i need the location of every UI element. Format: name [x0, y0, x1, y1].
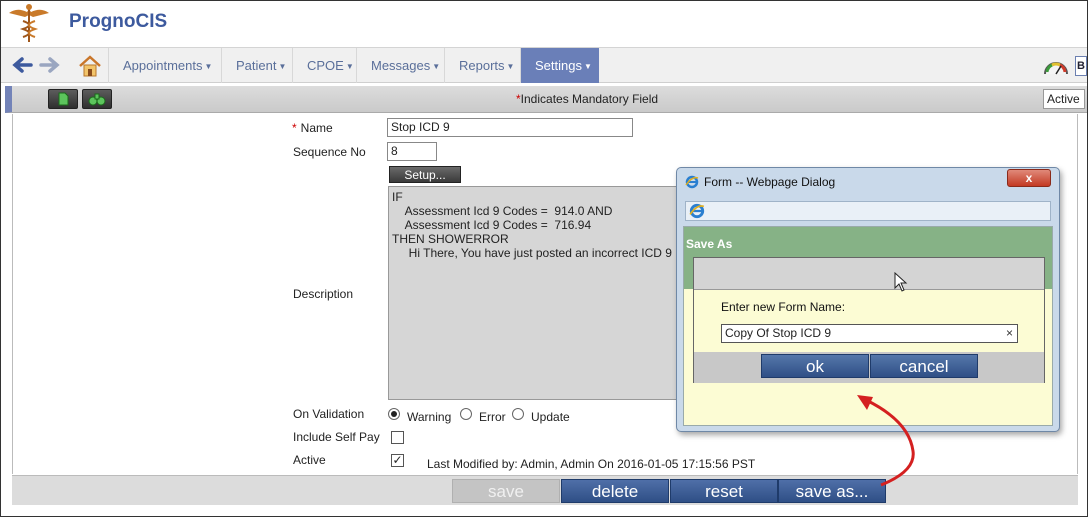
- dialog-button-strip: ok cancel: [694, 352, 1044, 383]
- last-modified-text: Last Modified by: Admin, Admin On 2016-0…: [427, 457, 756, 471]
- internet-explorer-icon: [685, 175, 699, 189]
- home-icon[interactable]: [77, 53, 103, 79]
- caret-down-icon: ▼: [432, 62, 441, 71]
- new-form-name-value: Copy Of Stop ICD 9: [725, 326, 832, 340]
- menu-label: CPOE: [307, 58, 344, 73]
- delete-button[interactable]: delete: [561, 479, 669, 503]
- menu-reports[interactable]: Reports ▼: [444, 48, 520, 83]
- app-window: PrognoCIS Appointments ▼ Patient ▼ CPOE ▼ M…: [0, 0, 1088, 517]
- menu-patient[interactable]: Patient ▼: [221, 48, 292, 83]
- panel-header: [694, 258, 1044, 290]
- include-self-pay-label: Include Self Pay: [293, 430, 380, 444]
- menu-label: Appointments: [123, 58, 203, 73]
- status-select[interactable]: Active: [1043, 89, 1085, 109]
- reset-button[interactable]: reset: [670, 479, 778, 503]
- mandatory-text: Indicates Mandatory Field: [520, 92, 659, 106]
- menu-label: Messages: [371, 58, 431, 73]
- form-name-prompt: Enter new Form Name:: [721, 300, 846, 314]
- new-document-button[interactable]: [48, 89, 78, 109]
- radio-error-label: Error: [479, 410, 506, 424]
- badge-b[interactable]: B: [1075, 56, 1087, 76]
- save-button[interactable]: save: [452, 479, 560, 503]
- sequence-input[interactable]: 8: [387, 142, 437, 161]
- caret-down-icon: ▼: [506, 62, 515, 71]
- menu-label: Reports: [459, 58, 505, 73]
- required-star: *: [292, 121, 297, 135]
- dashboard-gauge-icon[interactable]: [1043, 56, 1069, 78]
- on-validation-label: On Validation: [293, 407, 365, 421]
- active-label: Active: [293, 453, 326, 467]
- form-footer: save delete reset save as...: [12, 475, 1078, 505]
- name-label-text: Name: [300, 121, 333, 135]
- caret-down-icon: ▼: [204, 62, 213, 71]
- forward-arrow-icon[interactable]: [39, 54, 61, 76]
- save-as-title: Save As: [686, 237, 733, 251]
- dialog-title: Form -- Webpage Dialog: [704, 175, 836, 189]
- caduceus-logo: [9, 4, 49, 42]
- form-toolbar: *Indicates Mandatory Field Active: [5, 86, 1087, 113]
- caret-down-icon: ▼: [583, 62, 592, 71]
- active-checkbox[interactable]: ✓: [391, 454, 404, 467]
- save-as-panel: Enter new Form Name: Copy Of Stop ICD 9 …: [693, 257, 1045, 383]
- save-as-button[interactable]: save as...: [778, 479, 886, 503]
- binoculars-icon: [88, 93, 106, 106]
- caret-down-icon: ▼: [345, 62, 354, 71]
- radio-error[interactable]: [460, 408, 472, 420]
- clear-input-icon[interactable]: ×: [1006, 325, 1013, 342]
- document-icon: [58, 92, 69, 106]
- search-binoculars-button[interactable]: [82, 89, 112, 109]
- name-input[interactable]: Stop ICD 9: [387, 118, 633, 137]
- setup-button[interactable]: Setup...: [389, 166, 461, 183]
- radio-update[interactable]: [512, 408, 524, 420]
- description-label: Description: [293, 287, 354, 301]
- internet-explorer-icon: [689, 203, 705, 219]
- main-nav: Appointments ▼ Patient ▼ CPOE ▼ Messages ▼ R…: [1, 47, 1087, 83]
- menu-messages[interactable]: Messages ▼: [356, 48, 444, 83]
- menu-settings[interactable]: Settings ▼: [520, 48, 599, 83]
- mandatory-note: *Indicates Mandatory Field: [516, 92, 658, 106]
- save-as-dialog: Form -- Webpage Dialog x Save As Enter n…: [676, 167, 1060, 432]
- menu-appointments[interactable]: Appointments ▼: [108, 48, 221, 83]
- menu-label: Patient: [236, 58, 277, 73]
- ok-button[interactable]: ok: [761, 354, 869, 378]
- mouse-cursor-icon: [894, 272, 908, 292]
- new-form-name-input[interactable]: Copy Of Stop ICD 9 ×: [721, 324, 1018, 343]
- sequence-label: Sequence No: [293, 145, 366, 159]
- app-header: PrognoCIS: [1, 1, 1087, 47]
- menu-cpoe[interactable]: CPOE ▼: [292, 48, 356, 83]
- description-textarea[interactable]: IF Assessment Icd 9 Codes = 914.0 AND As…: [388, 186, 688, 400]
- include-self-pay-checkbox[interactable]: [391, 431, 404, 444]
- radio-update-label: Update: [531, 410, 570, 424]
- name-label: * Name: [292, 121, 333, 135]
- radio-warning-label: Warning: [407, 410, 452, 424]
- caret-down-icon: ▼: [278, 62, 287, 71]
- back-arrow-icon[interactable]: [11, 54, 33, 76]
- dialog-body: Save As Enter new Form Name: Copy Of Sto…: [683, 226, 1053, 426]
- menu-label: Settings: [535, 58, 582, 73]
- dialog-address-bar: [685, 201, 1051, 221]
- app-title: PrognoCIS: [69, 11, 168, 32]
- cancel-button[interactable]: cancel: [870, 354, 978, 378]
- radio-warning[interactable]: [388, 408, 400, 420]
- dialog-close-button[interactable]: x: [1007, 169, 1051, 187]
